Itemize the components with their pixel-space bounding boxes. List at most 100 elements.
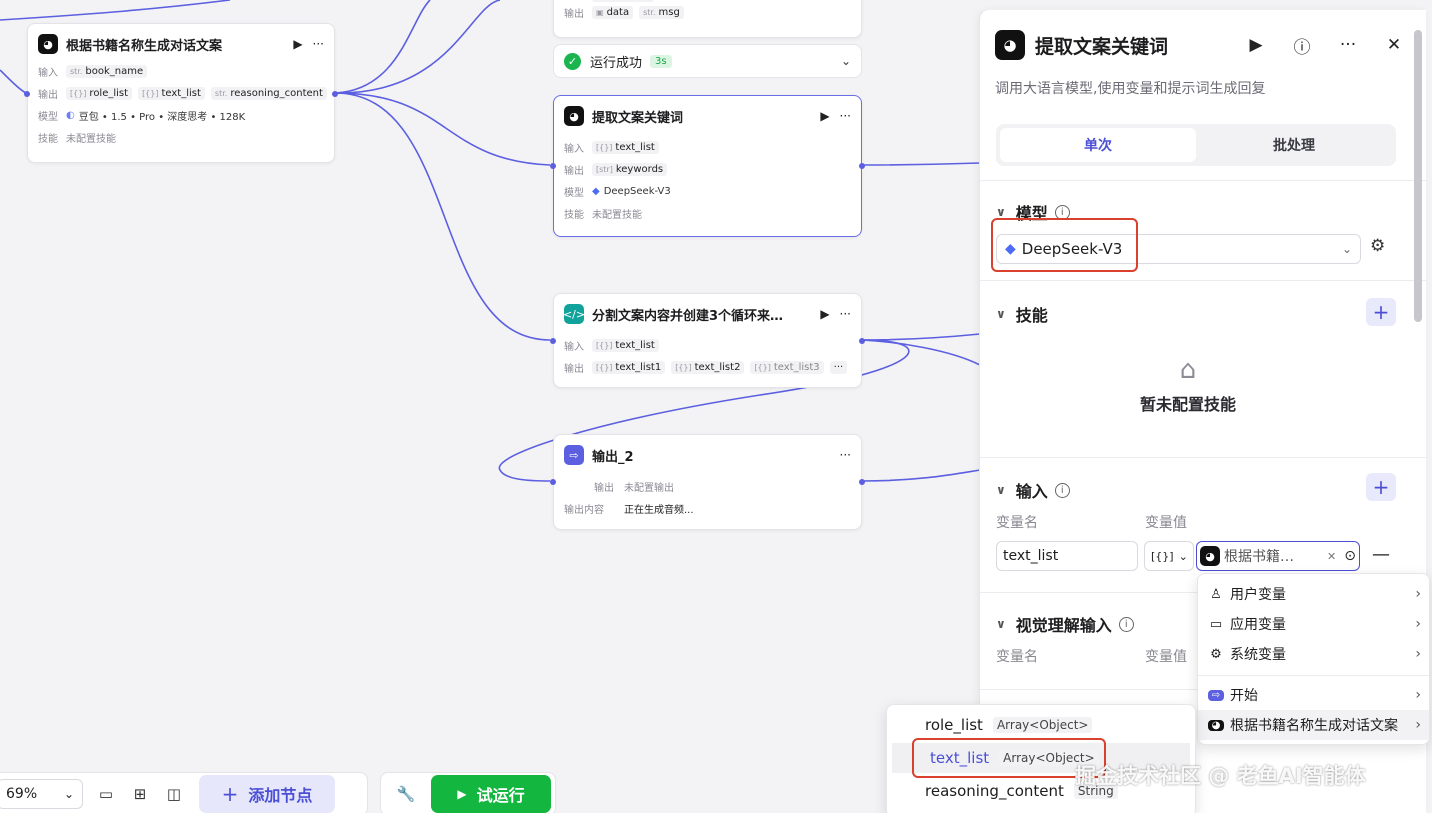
output-port[interactable] — [859, 338, 865, 344]
var-tag: [{}] text_list2 — [671, 360, 745, 374]
input-port[interactable] — [550, 163, 556, 169]
output-port[interactable] — [332, 91, 338, 97]
run-node-icon[interactable]: ▶ — [820, 109, 829, 123]
add-node-button[interactable]: + 添加节点 — [199, 775, 335, 813]
minimap-icon[interactable]: ◫ — [157, 777, 191, 811]
help-icon[interactable]: ⓘ — [1285, 30, 1319, 60]
menu-item-user-vars[interactable]: ♙ 用户变量 › — [1198, 579, 1429, 609]
input-port[interactable] — [24, 91, 30, 97]
chevron-down-icon: ∨ — [996, 617, 1006, 631]
zoom-select[interactable]: 69% ⌄ — [0, 779, 83, 809]
more-icon[interactable]: ··· — [313, 37, 324, 51]
test-run-button[interactable]: ▶ 试运行 — [431, 775, 551, 813]
chevron-down-icon[interactable]: ⌄ — [841, 54, 851, 68]
zoom-value: 69% — [6, 786, 38, 802]
menu-item-label: 应用变量 — [1230, 617, 1286, 633]
run-node-icon[interactable]: ▶ — [293, 37, 302, 51]
model-settings-icon[interactable]: ⚙ — [1370, 236, 1385, 256]
info-icon[interactable]: i — [1118, 616, 1134, 632]
menu-item-app-vars[interactable]: ▭ 应用变量 › — [1198, 609, 1429, 639]
node-header: </> 分割文案内容并创建3个循环来… ▶ ··· — [554, 294, 861, 334]
info-icon[interactable]: i — [1054, 482, 1070, 498]
node-book-dialogue[interactable]: ◕ 根据书籍名称生成对话文案 ▶ ··· 输入 str. book_name 输出… — [24, 23, 338, 163]
divider — [980, 280, 1426, 281]
run-node-icon[interactable]: ▶ — [820, 307, 829, 321]
node-extract-keywords[interactable]: ◕ 提取文案关键词 ▶ ··· 输入 [{}] text_list 输出 [str… — [550, 95, 865, 237]
model-value: DeepSeek-V3 — [603, 185, 671, 197]
var-name: data — [606, 6, 630, 18]
tab-single[interactable]: 单次 — [1000, 128, 1196, 162]
add-input-button[interactable]: + — [1366, 473, 1396, 501]
var-name: text_list1 — [615, 361, 662, 373]
type-label: [{}] — [1151, 549, 1174, 563]
tab-batch[interactable]: 批处理 — [1196, 128, 1392, 162]
close-icon[interactable]: ✕ — [1377, 30, 1411, 60]
more-icon[interactable]: ··· — [840, 307, 851, 321]
target-icon[interactable]: ⊙ — [1344, 548, 1356, 564]
output-port[interactable] — [859, 479, 865, 485]
run-status-bar[interactable]: ✓ 运行成功 3s ⌄ — [553, 44, 862, 78]
clear-icon[interactable]: ✕ — [1327, 550, 1336, 563]
test-run-label: 试运行 — [476, 786, 525, 805]
workflow-canvas[interactable]: ◕ 根据书籍名称生成对话文案 ▶ ··· 输入 str. book_name 输出… — [0, 0, 1432, 813]
run-time-badge: 3s — [650, 54, 672, 68]
run-icon[interactable]: ▶ — [1239, 30, 1273, 60]
input-type-select[interactable]: [{}] ⌄ — [1144, 541, 1194, 571]
chevron-right-icon: › — [1415, 616, 1421, 632]
skill-label: 技能 — [38, 133, 58, 145]
more-icon[interactable]: ··· — [840, 109, 851, 123]
menu-item-label: 系统变量 — [1230, 647, 1286, 663]
input-port[interactable] — [550, 338, 556, 344]
input-ref-field[interactable]: ◕ 根据书籍… ✕ ⊙ — [1196, 541, 1360, 571]
var-tag: [{}] text_list3 — [750, 360, 824, 374]
section-input[interactable]: ∨ 输入 i — [996, 478, 1070, 502]
watermark: 掘金技术社区 @ 老鱼AI智能体 — [1075, 764, 1366, 788]
node-top-partial[interactable]: watermark 输出 ▣data str.msg — [553, 0, 862, 38]
section-skills[interactable]: ∨ 技能 — [996, 302, 1048, 326]
submenu-item-role-list[interactable]: role_list Array<Object> — [887, 710, 1195, 740]
menu-item-book-node[interactable]: ◕ 根据书籍名称生成对话文案 › — [1198, 710, 1429, 740]
empty-text: 暂未配置技能 — [1139, 395, 1236, 414]
user-icon: ♙ — [1210, 586, 1222, 602]
var-tag: watermark — [592, 0, 655, 2]
panel-scrollbar[interactable] — [1414, 30, 1422, 322]
input-name-field[interactable]: text_list — [996, 541, 1138, 571]
node-split-content[interactable]: </> 分割文案内容并创建3个循环来… ▶ ··· 输入 [{}] text_li… — [550, 293, 865, 388]
input-port[interactable] — [550, 479, 556, 485]
variable-picker-menu: ♙ 用户变量 › ▭ 应用变量 › ⚙ 系统变量 › ⇨ 开始 › ◕ 根据书籍… — [1197, 573, 1430, 745]
menu-item-start[interactable]: ⇨ 开始 › — [1198, 680, 1429, 710]
output-port[interactable] — [859, 163, 865, 169]
content-row: 输出内容 正在生成音频... — [554, 497, 861, 519]
llm-icon: ◕ — [995, 30, 1025, 60]
gear-icon: ⚙ — [1210, 646, 1222, 662]
skills-empty-state: ⌂ 暂未配置技能 — [980, 355, 1396, 415]
input-label: 输入 — [564, 341, 584, 353]
var-tag: [{}] text_list — [138, 86, 205, 100]
output-label: 输出 — [564, 363, 584, 375]
var-name-header: 变量名 — [996, 515, 1038, 531]
skill-row: 技能 未配置技能 — [28, 126, 334, 148]
image-icon: ▣ — [596, 7, 604, 17]
node-header: ◕ 根据书籍名称生成对话文案 ▶ ··· — [28, 24, 334, 64]
check-icon: ✓ — [564, 52, 581, 70]
more-icon[interactable]: ··· — [1331, 30, 1365, 60]
var-name: text_list3 — [773, 361, 820, 373]
panel-title: 提取文案关键词 — [1035, 35, 1169, 58]
more-outputs-button[interactable]: ··· — [829, 360, 848, 374]
section-vision-input[interactable]: ∨ 视觉理解输入 i — [996, 612, 1134, 636]
output-row: 输出 [{}] text_list1 [{}] text_list2 [{}] tex… — [554, 356, 861, 378]
menu-item-system-vars[interactable]: ⚙ 系统变量 › — [1198, 639, 1429, 669]
more-icon[interactable]: ··· — [840, 448, 851, 462]
highlight-box — [991, 218, 1138, 272]
comment-icon[interactable]: ▭ — [89, 777, 123, 811]
wrench-icon[interactable]: 🔧 — [389, 777, 423, 811]
layout-grid-icon[interactable]: ⊞ — [123, 777, 157, 811]
chevron-down-icon: ∨ — [996, 205, 1006, 219]
add-skill-button[interactable]: + — [1366, 298, 1396, 326]
menu-item-label: 开始 — [1230, 688, 1258, 704]
node-output-2[interactable]: ⇨ 输出_2 ··· 输出 未配置输出 输出内容 正在生成音频... — [550, 434, 865, 530]
plus-icon: + — [221, 782, 239, 806]
model-value: 豆包 • 1.5 • Pro • 深度思考 • 128K — [78, 111, 246, 123]
var-tag: [{}] text_list — [592, 140, 659, 154]
remove-input-button[interactable]: — — [1372, 544, 1390, 565]
